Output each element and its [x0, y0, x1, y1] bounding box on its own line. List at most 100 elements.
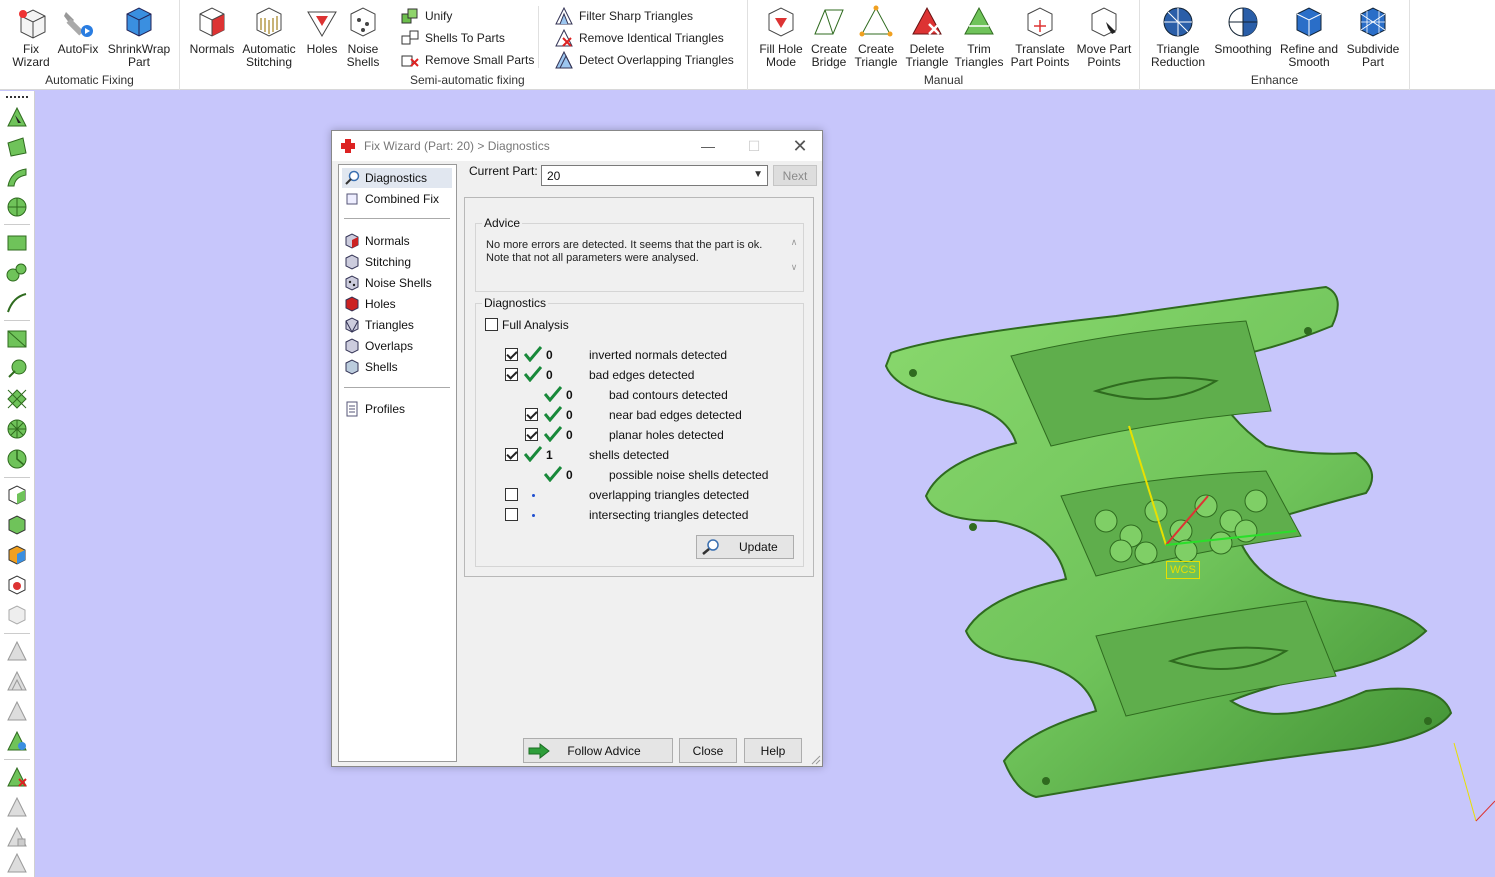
- fill-hole-mode-button[interactable]: Fill Hole Mode: [756, 4, 806, 69]
- triangle-tool-6-icon[interactable]: [5, 851, 29, 875]
- select-sphere-icon[interactable]: [5, 357, 29, 381]
- translate-part-points-button[interactable]: Translate Part Points: [1006, 4, 1074, 69]
- autofix-button[interactable]: AutoFix: [56, 4, 100, 56]
- holes-button[interactable]: Holes: [302, 4, 342, 56]
- help-button[interactable]: Help: [744, 738, 802, 763]
- bad-edges-checkbox[interactable]: [505, 368, 518, 381]
- translate-part-points-icon: [1027, 7, 1053, 37]
- planar-holes-checkbox[interactable]: [525, 428, 538, 441]
- trim-triangles-button[interactable]: Trim Triangles: [954, 4, 1004, 69]
- nav-profiles[interactable]: Profiles: [342, 399, 452, 419]
- close-button[interactable]: Close: [679, 738, 737, 763]
- move-part-points-button[interactable]: Move Part Points: [1076, 4, 1132, 69]
- noise-shells-button[interactable]: Noise Shells: [344, 4, 382, 69]
- current-part-select[interactable]: 20 ▼: [541, 165, 768, 186]
- current-part-value: 20: [547, 169, 561, 183]
- triangle-delete-icon[interactable]: [5, 765, 29, 789]
- select-plane-icon[interactable]: [5, 327, 29, 351]
- part-settings-icon[interactable]: [5, 573, 29, 597]
- toolbar-grip[interactable]: [6, 96, 28, 98]
- select-wheel-icon[interactable]: [5, 417, 29, 441]
- close-icon: ✕: [792, 135, 808, 156]
- select-flip-icon[interactable]: [5, 387, 29, 411]
- remove-identical-triangles-button[interactable]: Remove Identical Triangles: [554, 28, 724, 48]
- triangle-reduction-button[interactable]: Triangle Reduction: [1148, 4, 1208, 69]
- close-window-button[interactable]: ✕: [777, 131, 823, 161]
- part-color-icon[interactable]: [5, 543, 29, 567]
- group-label-manual: Manual: [923, 73, 964, 87]
- nav-label: Combined Fix: [365, 192, 440, 206]
- intersecting-triangles-checkbox[interactable]: [505, 508, 518, 521]
- nav-stitching[interactable]: Stitching: [342, 252, 452, 272]
- select-triangle-icon[interactable]: [5, 105, 29, 129]
- triangle-tool-3-icon[interactable]: [5, 699, 29, 723]
- nav-shells[interactable]: Shells: [342, 357, 452, 377]
- dialog-titlebar[interactable]: Fix Wizard (Part: 20) > Diagnostics — ☐ …: [332, 131, 822, 161]
- near-bad-edges-checkbox[interactable]: [525, 408, 538, 421]
- nav-diagnostics[interactable]: Diagnostics: [342, 168, 452, 188]
- triangle-web-icon[interactable]: [5, 729, 29, 753]
- bad-contours-count: 0: [566, 388, 573, 402]
- part-disabled-icon[interactable]: [5, 603, 29, 627]
- triangle-tool-1-icon[interactable]: [5, 639, 29, 663]
- nav-holes[interactable]: Holes: [342, 294, 452, 314]
- select-curve-icon[interactable]: [5, 165, 29, 189]
- magnifier-icon: [345, 170, 360, 185]
- triangle-tool-2-icon[interactable]: [5, 669, 29, 693]
- nav-label: Holes: [365, 297, 396, 311]
- inverted-normals-checkbox[interactable]: [505, 348, 518, 361]
- nav-noise-shells[interactable]: Noise Shells: [342, 273, 452, 293]
- normals-button[interactable]: Normals: [188, 4, 236, 56]
- maximize-button[interactable]: ☐: [731, 131, 777, 161]
- fix-wizard-cross-icon: [341, 139, 355, 153]
- part-select-icon[interactable]: [5, 483, 29, 507]
- select-box-icon[interactable]: [5, 231, 29, 255]
- select-shell-icon[interactable]: [5, 195, 29, 219]
- advice-line: No more errors are detected. It seems th…: [486, 239, 763, 251]
- combined-fix-icon: [346, 193, 358, 205]
- update-button[interactable]: Update: [696, 535, 794, 559]
- triangle-tool-4-icon[interactable]: [5, 795, 29, 819]
- overlapping-triangles-checkbox[interactable]: [505, 488, 518, 501]
- select-segment-icon[interactable]: [5, 447, 29, 471]
- nav-combined-fix[interactable]: Combined Fix: [342, 189, 452, 209]
- nav-overlaps[interactable]: Overlaps: [342, 336, 452, 356]
- minimize-button[interactable]: —: [685, 131, 731, 161]
- bad-edges-label: bad edges detected: [589, 368, 695, 382]
- fix-wizard-button[interactable]: Fix Wizard: [8, 4, 54, 69]
- nav-triangles[interactable]: Triangles: [342, 315, 452, 335]
- triangle-tool-5-icon[interactable]: [5, 825, 29, 849]
- select-surface-icon[interactable]: [5, 135, 29, 159]
- subdivide-part-button[interactable]: Subdivide Part: [1344, 4, 1402, 69]
- green-check-icon: [544, 466, 562, 482]
- select-brush-icon[interactable]: [5, 261, 29, 285]
- group-automatic-fixing: Fix Wizard AutoFix ShrinkWrap Part Autom…: [0, 0, 180, 90]
- nav-normals[interactable]: Normals: [342, 231, 452, 251]
- shells-checkbox[interactable]: [505, 448, 518, 461]
- full-analysis-checkbox[interactable]: [485, 318, 498, 331]
- delete-triangle-button[interactable]: Delete Triangle: [902, 4, 952, 69]
- next-button[interactable]: Next: [773, 165, 817, 186]
- green-arrow-icon: [528, 743, 550, 759]
- detect-overlapping-triangles-button[interactable]: Detect Overlapping Triangles: [554, 50, 734, 70]
- delete-triangle-icon: [912, 6, 942, 35]
- refine-and-smooth-button[interactable]: Refine and Smooth: [1276, 4, 1342, 69]
- resize-grip-icon[interactable]: [811, 755, 821, 765]
- smoothing-button[interactable]: Smoothing: [1212, 4, 1274, 56]
- select-lasso-icon[interactable]: [5, 291, 29, 315]
- filter-sharp-triangles-button[interactable]: Filter Sharp Triangles: [554, 6, 693, 26]
- advice-scrollbar[interactable]: ∧ ∨: [787, 237, 801, 285]
- chevron-down-icon: ▼: [753, 169, 763, 180]
- not-analysed-dot-icon: [532, 494, 535, 497]
- automatic-stitching-button[interactable]: Automatic Stitching: [240, 4, 298, 69]
- part-shell-icon[interactable]: [5, 513, 29, 537]
- create-triangle-button[interactable]: Create Triangle: [852, 4, 900, 69]
- remove-small-parts-button[interactable]: Remove Small Parts: [400, 50, 534, 70]
- unify-button[interactable]: Unify: [400, 6, 452, 26]
- shrinkwrap-part-button[interactable]: ShrinkWrap Part: [104, 4, 174, 69]
- shells-to-parts-button[interactable]: Shells To Parts: [400, 28, 505, 48]
- follow-advice-button[interactable]: Follow Advice: [523, 738, 673, 763]
- refine-smooth-icon: [1296, 7, 1322, 37]
- green-check-icon: [544, 426, 562, 442]
- create-bridge-button[interactable]: Create Bridge: [808, 4, 850, 69]
